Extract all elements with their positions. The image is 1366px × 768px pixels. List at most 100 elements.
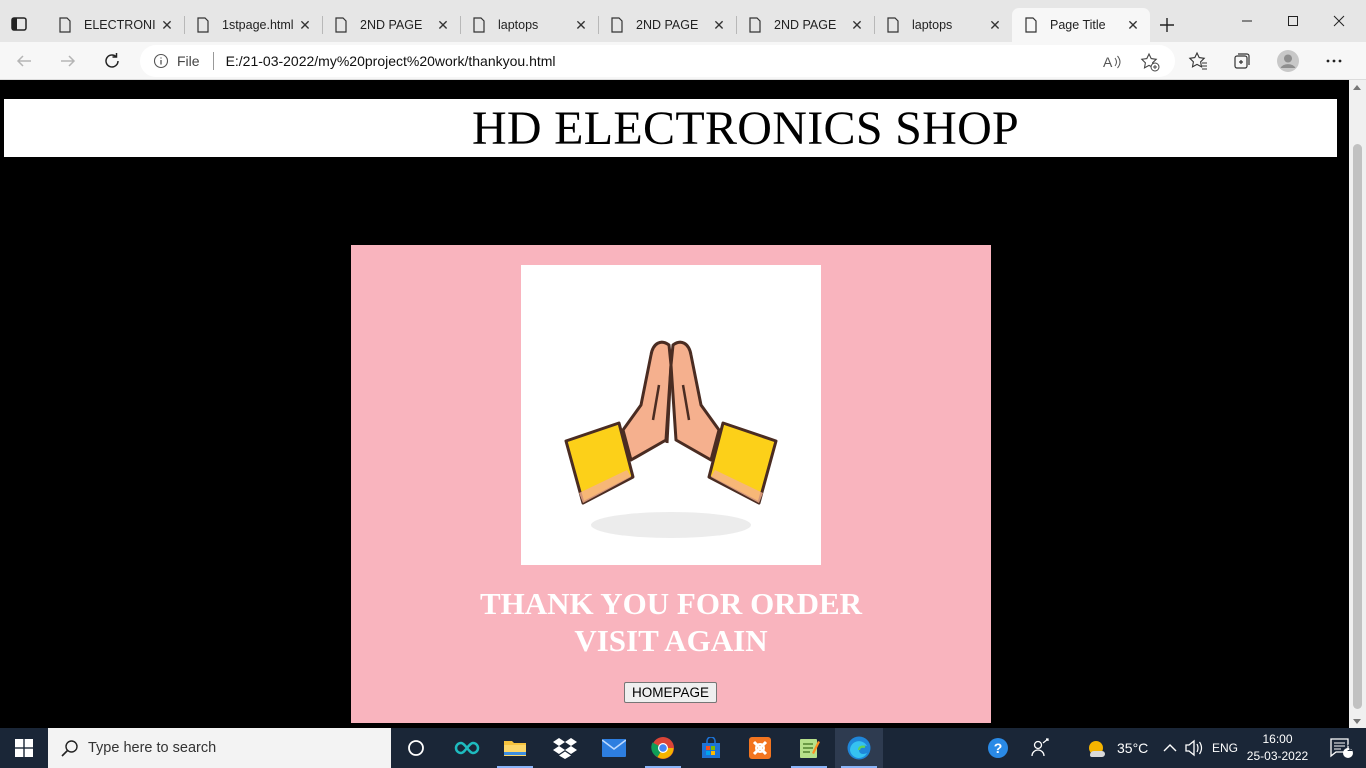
address-divider (212, 52, 214, 70)
page-icon (749, 17, 761, 33)
address-bar[interactable]: File E:/21-03-2022/my%20project%20work/t… (140, 45, 1175, 77)
notification-count: 1 (1347, 743, 1353, 754)
tab-page-title[interactable]: Page Title ✕ (1012, 8, 1150, 42)
thank-you-card: THANK YOU FOR ORDER VISIT AGAIN HOMEPAGE (351, 245, 991, 723)
profile-button[interactable] (1274, 47, 1302, 75)
favorites-button[interactable] (1184, 47, 1212, 75)
taskbar-clock[interactable]: 16:00 25-03-2022 (1240, 731, 1315, 765)
back-button[interactable] (10, 47, 38, 75)
thank-you-message: THANK YOU FOR ORDER VISIT AGAIN (351, 585, 991, 659)
windows-logo-icon (15, 739, 33, 757)
minimize-button[interactable] (1224, 8, 1270, 34)
tab-2nd-page[interactable]: 2ND PAGE ✕ (736, 8, 874, 42)
people-icon (1031, 738, 1049, 757)
window-close-button[interactable] (1316, 8, 1362, 34)
svg-text:?: ? (994, 740, 1003, 756)
xampp-button[interactable] (736, 728, 784, 768)
tab-actions-icon[interactable] (8, 13, 30, 35)
task-view-button[interactable] (392, 728, 440, 768)
add-favorite-icon[interactable] (1138, 50, 1162, 74)
avatar-icon (1277, 50, 1299, 72)
show-hidden-icons-button[interactable] (1163, 728, 1177, 768)
volume-button[interactable] (1184, 728, 1204, 768)
page-icon (611, 17, 623, 33)
close-icon[interactable]: ✕ (294, 14, 316, 36)
close-icon[interactable]: ✕ (708, 14, 730, 36)
chrome-icon (651, 737, 674, 759)
svg-text:A: A (1103, 54, 1113, 70)
tab-label: 2ND PAGE (636, 18, 699, 32)
tab-electronic[interactable]: ELECTRONIC ✕ (46, 8, 184, 42)
mail-button[interactable] (590, 728, 638, 768)
page-viewport: HD ELECTRONICS SHOP THANK YOU FOR ORDER … (0, 80, 1366, 728)
refresh-icon (105, 53, 119, 68)
cortana-circle-icon (408, 740, 424, 756)
tab-1stpage[interactable]: 1stpage.html ✕ (184, 8, 322, 42)
close-icon[interactable]: ✕ (570, 14, 592, 36)
back-arrow-icon (16, 55, 31, 67)
browser-tabstrip: ELECTRONIC ✕ 1stpage.html ✕ 2ND PAGE ✕ l… (0, 0, 1366, 42)
collections-button[interactable] (1228, 47, 1256, 75)
vertical-scrollbar[interactable] (1349, 80, 1366, 728)
praying-hands-icon (564, 340, 778, 538)
scrollbar-thumb[interactable] (1353, 144, 1362, 709)
read-aloud-icon[interactable]: A (1100, 50, 1124, 74)
tab-laptops[interactable]: laptops ✕ (460, 8, 598, 42)
chrome-button[interactable] (639, 728, 687, 768)
tab-label: Page Title (1050, 18, 1106, 32)
tab-laptops[interactable]: laptops ✕ (874, 8, 1012, 42)
close-icon[interactable]: ✕ (984, 14, 1006, 36)
url-text[interactable]: E:/21-03-2022/my%20project%20work/thanky… (226, 53, 1175, 69)
clock-time: 16:00 (1262, 732, 1293, 746)
settings-more-button[interactable] (1320, 47, 1348, 75)
info-icon[interactable] (153, 53, 169, 69)
close-icon[interactable]: ✕ (846, 14, 868, 36)
page-icon (1025, 17, 1037, 33)
dropbox-button[interactable] (541, 728, 589, 768)
chevron-up-icon (1163, 744, 1177, 752)
search-icon (61, 740, 78, 757)
language-text: ENG (1212, 741, 1239, 755)
dropbox-icon (553, 738, 577, 759)
homepage-button[interactable]: HOMEPAGE (624, 682, 717, 703)
tab-2nd-page[interactable]: 2ND PAGE ✕ (322, 8, 460, 42)
microsoft-store-button[interactable] (687, 728, 735, 768)
taskbar-search-input[interactable]: Type here to search (48, 728, 391, 768)
site-header: HD ELECTRONICS SHOP (4, 99, 1337, 157)
close-icon[interactable]: ✕ (156, 14, 178, 36)
tab-label: ELECTRONIC (84, 18, 156, 32)
arduino-app-button[interactable] (443, 728, 491, 768)
weather-widget[interactable]: 35°C (1086, 728, 1148, 768)
store-bag-icon (702, 737, 720, 758)
page-icon (887, 17, 899, 33)
file-explorer-button[interactable] (491, 728, 539, 768)
maximize-button[interactable] (1270, 8, 1316, 34)
edge-button[interactable] (835, 728, 883, 768)
windows-taskbar: Type here to search ? 35°C ENG 16:00 25-… (0, 728, 1366, 768)
refresh-button[interactable] (98, 47, 126, 75)
close-icon[interactable]: ✕ (1122, 14, 1144, 36)
favorites-star-icon (1188, 51, 1207, 70)
minimize-icon (1242, 20, 1252, 22)
plus-icon (1160, 18, 1174, 32)
clock-date: 25-03-2022 (1246, 749, 1309, 763)
scroll-down-icon[interactable] (1353, 719, 1361, 724)
tab-2nd-page[interactable]: 2ND PAGE ✕ (598, 8, 736, 42)
new-tab-button[interactable] (1155, 13, 1179, 37)
tab-label: 2ND PAGE (774, 18, 837, 32)
scroll-up-icon[interactable] (1353, 85, 1361, 90)
notification-center-button[interactable]: 1 (1318, 728, 1364, 768)
language-indicator[interactable]: ENG (1212, 728, 1238, 768)
notepadpp-button[interactable] (785, 728, 833, 768)
help-button[interactable]: ? (974, 728, 1022, 768)
folder-icon (504, 741, 526, 756)
start-button[interactable] (0, 728, 48, 768)
page-icon (197, 17, 209, 33)
search-placeholder: Type here to search (88, 740, 217, 756)
close-icon[interactable]: ✕ (432, 14, 454, 36)
page-icon (335, 17, 347, 33)
tab-label: laptops (498, 18, 539, 32)
forward-button[interactable] (54, 47, 82, 75)
help-question-icon: ? (988, 738, 1008, 758)
people-button[interactable] (1016, 728, 1064, 768)
